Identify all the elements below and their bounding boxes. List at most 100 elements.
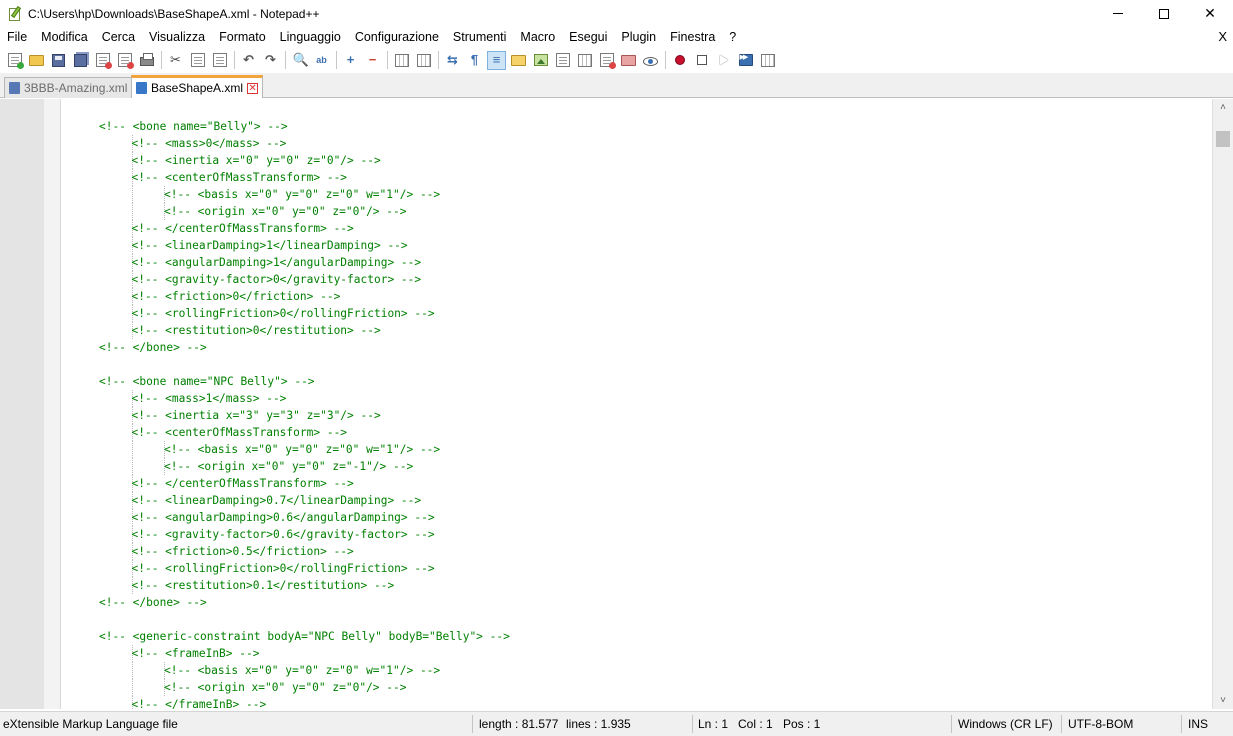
menu-configurazione[interactable]: Configurazione: [348, 27, 446, 47]
scroll-down-button[interactable]: ˅: [1213, 692, 1233, 709]
cut-button[interactable]: ✂: [166, 51, 185, 70]
code-line[interactable]: 67<!-- <centerOfMassTransform> -->: [62, 424, 1212, 441]
code-line[interactable]: 53<!-- <basis x="0" y="0" z="0" w="1"/> …: [62, 186, 1212, 203]
code-line[interactable]: 58<!-- <gravity-factor>0</gravity-factor…: [62, 271, 1212, 288]
menu-cerca[interactable]: Cerca: [95, 27, 142, 47]
code-line[interactable]: 62<!-- </bone> -->: [62, 339, 1212, 356]
menu-strumenti[interactable]: Strumenti: [446, 27, 514, 47]
paste-icon: [212, 53, 227, 67]
redo-button[interactable]: ↷: [261, 51, 280, 70]
save-all-button[interactable]: [71, 51, 90, 70]
scroll-up-button[interactable]: ˄: [1213, 99, 1233, 116]
menu-plugin[interactable]: Plugin: [614, 27, 663, 47]
function-list-button[interactable]: [575, 51, 594, 70]
close-file-button[interactable]: [93, 51, 112, 70]
menu-linguaggio[interactable]: Linguaggio: [273, 27, 348, 47]
code-line[interactable]: 81<!-- <basis x="0" y="0" z="0" w="1"/> …: [62, 662, 1212, 679]
code-line[interactable]: 71<!-- <linearDamping>0.7</linearDamping…: [62, 492, 1212, 509]
save-macro-button[interactable]: [758, 51, 777, 70]
undo-button[interactable]: ↶: [239, 51, 258, 70]
code-line[interactable]: 80<!-- <frameInB> -->: [62, 645, 1212, 662]
code-line[interactable]: 64<!-- <bone name="NPC Belly"> -->: [62, 373, 1212, 390]
code-line[interactable]: 70<!-- </centerOfMassTransform> -->: [62, 475, 1212, 492]
stop-macro-button[interactable]: [692, 51, 711, 70]
menu-macro[interactable]: Macro: [513, 27, 562, 47]
code-line[interactable]: 83<!-- </frameInB> -->: [62, 696, 1212, 709]
code-line[interactable]: 65<!-- <mass>1</mass> -->: [62, 390, 1212, 407]
copy-button[interactable]: [188, 51, 207, 70]
menu-esegui[interactable]: Esegui: [562, 27, 614, 47]
code-line[interactable]: 63: [62, 356, 1212, 373]
word-wrap-button[interactable]: ⇆: [443, 51, 462, 70]
zoom-out-button[interactable]: −: [363, 51, 382, 70]
code-line[interactable]: 56<!-- <linearDamping>1</linearDamping> …: [62, 237, 1212, 254]
minimize-button[interactable]: [1095, 0, 1141, 27]
document-list-button[interactable]: [553, 51, 572, 70]
maximize-button[interactable]: [1141, 0, 1187, 27]
code-line[interactable]: 75<!-- <rollingFriction>0</rollingFricti…: [62, 560, 1212, 577]
paste-button[interactable]: [210, 51, 229, 70]
menu-help[interactable]: ?: [722, 27, 743, 47]
save-button[interactable]: [49, 51, 68, 70]
menu-formato[interactable]: Formato: [212, 27, 273, 47]
status-eol[interactable]: Windows (CR LF): [958, 712, 1053, 736]
code-line[interactable]: 61<!-- <restitution>0</restitution> -->: [62, 322, 1212, 339]
code-line[interactable]: 68<!-- <basis x="0" y="0" z="0" w="1"/> …: [62, 441, 1212, 458]
sync-vertical-button[interactable]: [392, 51, 411, 70]
run-macro-multiple-button[interactable]: [736, 51, 755, 70]
code-line[interactable]: 77<!-- </bone> -->: [62, 594, 1212, 611]
user-defined-language-button[interactable]: [509, 51, 528, 70]
tab-close-button[interactable]: ✕: [247, 82, 259, 94]
close-window-button[interactable]: ✕: [1187, 0, 1233, 27]
folder-as-workspace-button[interactable]: [597, 51, 616, 70]
code-line[interactable]: 73<!-- <gravity-factor>0.6</gravity-fact…: [62, 526, 1212, 543]
code-line[interactable]: 79<!-- <generic-constraint bodyA="NPC Be…: [62, 628, 1212, 645]
find-button[interactable]: 🔍: [290, 51, 309, 70]
code-line[interactable]: 48: [62, 101, 1212, 118]
scrollbar-thumb[interactable]: [1216, 131, 1230, 147]
open-folder-button[interactable]: [619, 51, 638, 70]
code-line[interactable]: 72<!-- <angularDamping>0.6</angularDampi…: [62, 509, 1212, 526]
fold-margin[interactable]: [44, 99, 61, 709]
print-button[interactable]: [137, 51, 156, 70]
close-document-button[interactable]: X: [1218, 27, 1227, 47]
code-line[interactable]: 69<!-- <origin x="0" y="0" z="-1"/> -->: [62, 458, 1212, 475]
play-macro-button[interactable]: [714, 51, 733, 70]
status-encoding[interactable]: UTF-8-BOM: [1068, 712, 1133, 736]
code-line[interactable]: 66<!-- <inertia x="3" y="3" z="3"/> -->: [62, 407, 1212, 424]
indent-guide-button[interactable]: ≡: [487, 50, 506, 70]
menu-modifica[interactable]: Modifica: [34, 27, 95, 47]
code-line[interactable]: 52<!-- <centerOfMassTransform> -->: [62, 169, 1212, 186]
code-line[interactable]: 74<!-- <friction>0.5</friction> -->: [62, 543, 1212, 560]
monitoring-button[interactable]: [641, 51, 660, 70]
code-line[interactable]: 55<!-- </centerOfMassTransform> -->: [62, 220, 1212, 237]
code-line[interactable]: 49<!-- <bone name="Belly"> -->: [62, 118, 1212, 135]
code-line[interactable]: 54<!-- <origin x="0" y="0" z="0"/> -->: [62, 203, 1212, 220]
open-file-button[interactable]: [27, 51, 46, 70]
document-map-button[interactable]: [531, 51, 550, 70]
sync-horizontal-button[interactable]: [414, 51, 433, 70]
record-macro-button[interactable]: [670, 51, 689, 70]
code-line[interactable]: 57<!-- <angularDamping>1</angularDamping…: [62, 254, 1212, 271]
tab-baseshapea[interactable]: BaseShapeA.xml ✕: [131, 75, 264, 98]
code-line[interactable]: 76<!-- <restitution>0.1</restitution> --…: [62, 577, 1212, 594]
code-text: <!-- <friction>0</friction> -->: [131, 290, 341, 303]
replace-button[interactable]: ab: [312, 51, 331, 70]
zoom-in-button[interactable]: +: [341, 51, 360, 70]
code-line[interactable]: 78: [62, 611, 1212, 628]
menu-finestra[interactable]: Finestra: [663, 27, 722, 47]
tab-3bbb-amazing[interactable]: 3BBB-Amazing.xml ✕: [4, 77, 148, 98]
code-area[interactable]: 4849<!-- <bone name="Belly"> -->50<!-- <…: [62, 99, 1212, 709]
code-line[interactable]: 50<!-- <mass>0</mass> -->: [62, 135, 1212, 152]
code-line[interactable]: 82<!-- <origin x="0" y="0" z="0"/> -->: [62, 679, 1212, 696]
code-line[interactable]: 60<!-- <rollingFriction>0</rollingFricti…: [62, 305, 1212, 322]
editor[interactable]: 4849<!-- <bone name="Belly"> -->50<!-- <…: [0, 99, 1233, 709]
new-file-button[interactable]: [5, 51, 24, 70]
vertical-scrollbar[interactable]: ˄ ˅: [1212, 99, 1233, 709]
menu-file[interactable]: File: [0, 27, 34, 47]
code-line[interactable]: 51<!-- <inertia x="0" y="0" z="0"/> -->: [62, 152, 1212, 169]
menu-visualizza[interactable]: Visualizza: [142, 27, 212, 47]
show-all-characters-button[interactable]: ¶: [465, 51, 484, 70]
code-line[interactable]: 59<!-- <friction>0</friction> -->: [62, 288, 1212, 305]
close-all-button[interactable]: [115, 51, 134, 70]
